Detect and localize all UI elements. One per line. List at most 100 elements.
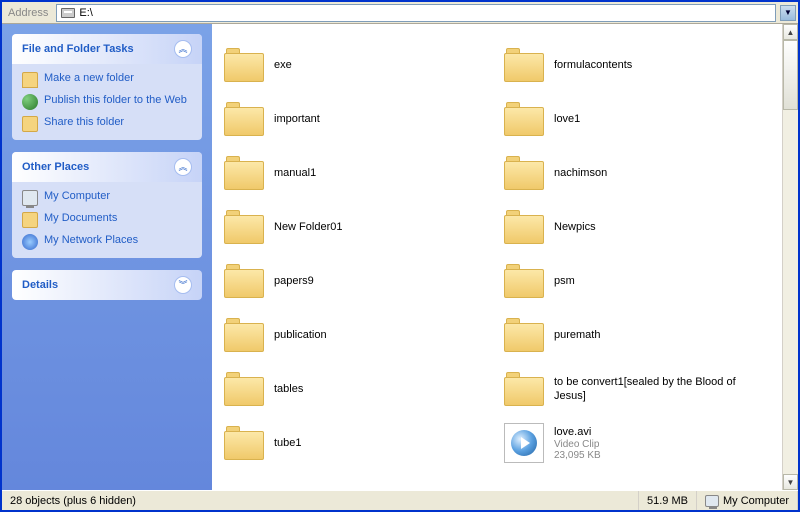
collapse-icon: ︽ xyxy=(174,40,192,58)
place-label: My Documents xyxy=(44,212,117,224)
address-bar: Address E:\ ▼ xyxy=(2,2,798,24)
item-name: love.avi xyxy=(554,425,601,439)
item-name: New Folder01 xyxy=(274,220,342,234)
file-item[interactable]: love.aviVideo Clip23,095 KB xyxy=(502,416,772,470)
item-name: important xyxy=(274,112,320,126)
item-name: publication xyxy=(274,328,327,342)
address-label: Address xyxy=(4,7,52,19)
panel-tasks-header[interactable]: File and Folder Tasks ︽ xyxy=(12,34,202,64)
item-name: to be convert1[sealed by the Blood of Je… xyxy=(554,375,770,404)
item-name: formulacontents xyxy=(554,58,632,72)
status-size: 51.9 MB xyxy=(639,491,697,510)
place-label: My Computer xyxy=(44,190,110,202)
folder-item[interactable]: puremath xyxy=(502,308,772,362)
folder-item[interactable]: exe xyxy=(222,38,492,92)
task-share[interactable]: Share this folder xyxy=(22,116,192,132)
item-name: love1 xyxy=(554,112,580,126)
place-my-documents[interactable]: My Documents xyxy=(22,212,192,228)
file-area: exe formulacontents important love1 manual1 n… xyxy=(212,24,798,490)
panel-places-header[interactable]: Other Places ︽ xyxy=(12,152,202,182)
panel-tasks: File and Folder Tasks ︽ Make a new folde… xyxy=(12,34,202,140)
folder-icon xyxy=(504,102,544,136)
folder-item[interactable]: publication xyxy=(222,308,492,362)
item-name: exe xyxy=(274,58,292,72)
folder-icon xyxy=(224,372,264,406)
folder-icon xyxy=(504,156,544,190)
folder-item[interactable]: tables xyxy=(222,362,492,416)
vertical-scrollbar[interactable]: ▲ ▼ xyxy=(782,24,798,490)
task-label: Publish this folder to the Web xyxy=(44,94,187,106)
item-name: Newpics xyxy=(554,220,596,234)
explorer-window: Address E:\ ▼ File and Folder Tasks ︽ Ma… xyxy=(2,2,798,510)
item-name: manual1 xyxy=(274,166,316,180)
scroll-up-button[interactable]: ▲ xyxy=(783,24,798,40)
scrollbar-thumb[interactable] xyxy=(783,40,798,110)
computer-icon xyxy=(705,495,719,507)
place-label: My Network Places xyxy=(44,234,138,246)
folder-item[interactable]: to be convert1[sealed by the Blood of Je… xyxy=(502,362,772,416)
folder-item[interactable]: New Folder01 xyxy=(222,200,492,254)
collapse-icon: ︽ xyxy=(174,158,192,176)
folder-item[interactable]: papers9 xyxy=(222,254,492,308)
folder-item[interactable]: important xyxy=(222,92,492,146)
folder-icon xyxy=(22,72,38,88)
video-icon xyxy=(504,423,544,463)
item-kind: Video Clip xyxy=(554,439,601,450)
folder-icon xyxy=(224,102,264,136)
item-size: 23,095 KB xyxy=(554,450,601,461)
expand-icon: ︾ xyxy=(174,276,192,294)
folder-icon xyxy=(224,264,264,298)
item-name: puremath xyxy=(554,328,600,342)
folder-icon xyxy=(224,210,264,244)
share-icon xyxy=(22,116,38,132)
folder-item[interactable]: nachimson xyxy=(502,146,772,200)
panel-tasks-title: File and Folder Tasks xyxy=(22,43,134,55)
status-objects: 28 objects (plus 6 hidden) xyxy=(2,491,639,510)
folder-item[interactable]: Newpics xyxy=(502,200,772,254)
status-bar: 28 objects (plus 6 hidden) 51.9 MB My Co… xyxy=(2,490,798,510)
globe-icon xyxy=(22,94,38,110)
content-area: File and Folder Tasks ︽ Make a new folde… xyxy=(2,24,798,490)
item-name: psm xyxy=(554,274,575,288)
item-name: nachimson xyxy=(554,166,607,180)
folder-icon xyxy=(504,210,544,244)
folder-icon xyxy=(224,318,264,352)
item-name: tube1 xyxy=(274,436,302,450)
item-name: tables xyxy=(274,382,303,396)
task-new-folder[interactable]: Make a new folder xyxy=(22,72,192,88)
task-publish[interactable]: Publish this folder to the Web xyxy=(22,94,192,110)
folder-icon xyxy=(504,48,544,82)
address-path: E:\ xyxy=(79,7,92,19)
address-field[interactable]: E:\ xyxy=(56,4,776,22)
folder-item[interactable]: formulacontents xyxy=(502,38,772,92)
task-label: Share this folder xyxy=(44,116,124,128)
file-list[interactable]: exe formulacontents important love1 manual1 n… xyxy=(212,24,782,490)
place-my-computer[interactable]: My Computer xyxy=(22,190,192,206)
scroll-down-button[interactable]: ▼ xyxy=(783,474,798,490)
panel-details-header[interactable]: Details ︾ xyxy=(12,270,202,300)
folder-item[interactable]: love1 xyxy=(502,92,772,146)
status-location-text: My Computer xyxy=(723,495,789,507)
panel-places-title: Other Places xyxy=(22,161,89,173)
panel-details-title: Details xyxy=(22,279,58,291)
panel-places-body: My Computer My Documents My Network Plac… xyxy=(12,182,202,258)
folder-icon xyxy=(504,264,544,298)
folder-item[interactable]: psm xyxy=(502,254,772,308)
network-icon xyxy=(22,234,38,250)
item-name: papers9 xyxy=(274,274,314,288)
folder-item[interactable]: tube1 xyxy=(222,416,492,470)
address-dropdown[interactable]: ▼ xyxy=(780,5,796,21)
panel-places: Other Places ︽ My Computer My Documents … xyxy=(12,152,202,258)
folder-icon xyxy=(224,156,264,190)
folder-item[interactable]: manual1 xyxy=(222,146,492,200)
sidebar: File and Folder Tasks ︽ Make a new folde… xyxy=(2,24,212,490)
folder-icon xyxy=(504,318,544,352)
panel-details: Details ︾ xyxy=(12,270,202,300)
computer-icon xyxy=(22,190,38,206)
folder-icon xyxy=(504,372,544,406)
task-label: Make a new folder xyxy=(44,72,134,84)
folder-icon xyxy=(224,48,264,82)
place-network[interactable]: My Network Places xyxy=(22,234,192,250)
documents-icon xyxy=(22,212,38,228)
folder-icon xyxy=(224,426,264,460)
